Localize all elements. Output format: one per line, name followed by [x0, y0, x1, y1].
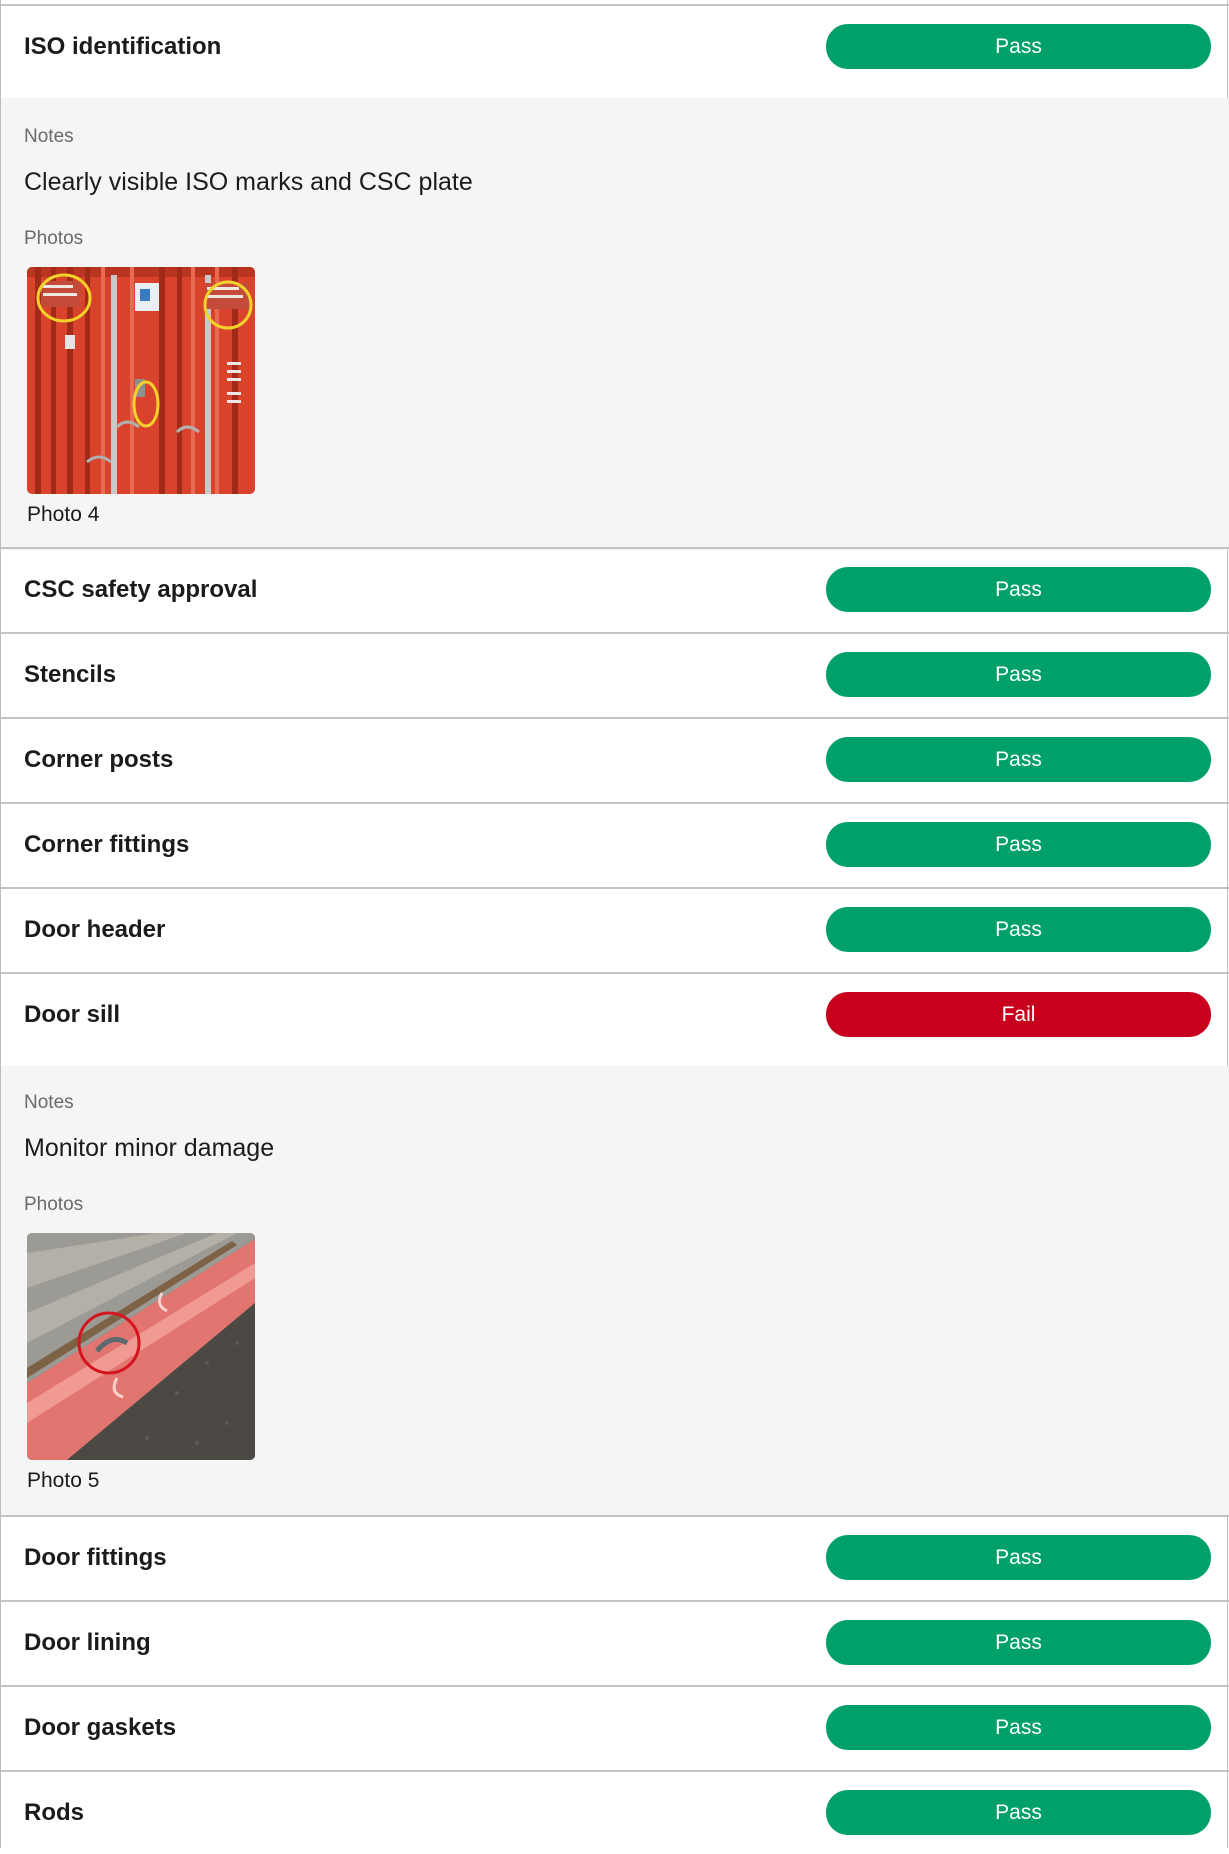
item-label: Door gaskets	[24, 1714, 177, 1741]
row-header: Door gaskets Pass	[1, 1687, 1229, 1769]
item-label: Door sill	[24, 1001, 121, 1028]
photo-caption: Photo 4	[27, 503, 100, 526]
item-label: Door header	[24, 916, 166, 943]
item-label: Stencils	[24, 661, 117, 688]
photos-label: Photos	[24, 228, 84, 249]
photo-caption: Photo 5	[27, 1469, 100, 1492]
notes-label: Notes	[24, 1092, 74, 1113]
photos-label: Photos	[24, 1194, 84, 1215]
checklist-row-door-lining: Door lining Pass	[1, 1600, 1229, 1686]
checklist-row-door-sill: Door sill Fail Notes Monitor minor damag…	[1, 972, 1229, 1516]
item-label: Rods	[24, 1799, 84, 1826]
status-button[interactable]: Fail	[826, 992, 1211, 1037]
container-door-photo-icon[interactable]	[27, 267, 255, 494]
row-header: Door header Pass	[1, 889, 1229, 971]
row-header: CSC safety approval Pass	[1, 549, 1229, 631]
row-header: Rods Pass	[1, 1772, 1229, 1854]
item-label: Corner posts	[24, 746, 174, 773]
item-label: Door fittings	[24, 1544, 167, 1571]
item-details: Notes Clearly visible ISO marks and CSC …	[1, 98, 1229, 550]
status-button[interactable]: Pass	[826, 1705, 1211, 1750]
row-header: Door sill Fail	[1, 974, 1229, 1056]
item-label: CSC safety approval	[24, 576, 258, 603]
row-header: Door fittings Pass	[1, 1517, 1229, 1599]
status-button[interactable]: Pass	[826, 1535, 1211, 1580]
row-header: Door lining Pass	[1, 1602, 1229, 1684]
checklist-row-csc-safety-approval: CSC safety approval Pass	[1, 547, 1229, 633]
item-details: Notes Monitor minor damage Photos Photo …	[1, 1066, 1229, 1516]
checklist-row-door-fittings: Door fittings Pass	[1, 1515, 1229, 1601]
door-sill-damage-photo-icon[interactable]	[27, 1233, 255, 1460]
checklist-row-corner-fittings: Corner fittings Pass	[1, 802, 1229, 888]
checklist-row-rods: Rods Pass	[1, 1770, 1229, 1848]
checklist-row-stencils: Stencils Pass	[1, 632, 1229, 718]
notes-text: Clearly visible ISO marks and CSC plate	[24, 168, 473, 196]
status-button[interactable]: Pass	[826, 737, 1211, 782]
status-button[interactable]: Pass	[826, 907, 1211, 952]
row-header: Corner posts Pass	[1, 719, 1229, 801]
checklist-row-iso-identification: ISO identification Pass Notes Clearly vi…	[1, 4, 1229, 550]
item-label: Corner fittings	[24, 831, 190, 858]
status-button[interactable]: Pass	[826, 1620, 1211, 1665]
notes-text: Monitor minor damage	[24, 1134, 275, 1162]
checklist-row-door-header: Door header Pass	[1, 887, 1229, 973]
item-label: ISO identification	[24, 33, 222, 60]
status-button[interactable]: Pass	[826, 1790, 1211, 1835]
status-button[interactable]: Pass	[826, 652, 1211, 697]
item-label: Door lining	[24, 1629, 151, 1656]
inspection-checklist: ISO identification Pass Notes Clearly vi…	[0, 0, 1229, 1848]
checklist-row-corner-posts: Corner posts Pass	[1, 717, 1229, 803]
notes-label: Notes	[24, 126, 74, 147]
row-header: Corner fittings Pass	[1, 804, 1229, 886]
status-button[interactable]: Pass	[826, 822, 1211, 867]
status-button[interactable]: Pass	[826, 24, 1211, 69]
checklist-row-door-gaskets: Door gaskets Pass	[1, 1685, 1229, 1771]
row-header: Stencils Pass	[1, 634, 1229, 716]
status-button[interactable]: Pass	[826, 567, 1211, 612]
row-header: ISO identification Pass	[1, 6, 1229, 88]
